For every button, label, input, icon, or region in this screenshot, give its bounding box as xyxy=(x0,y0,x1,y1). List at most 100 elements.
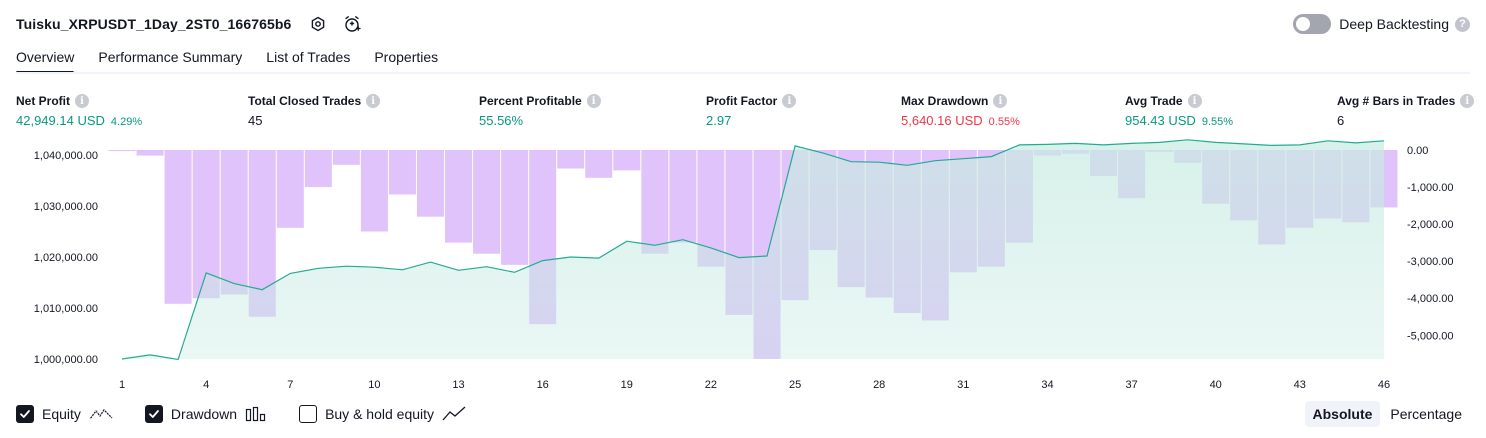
settings-icon[interactable] xyxy=(307,13,329,35)
info-icon[interactable]: i xyxy=(75,94,89,108)
x-axis-tick-label: 34 xyxy=(1041,379,1053,391)
info-icon[interactable]: i xyxy=(586,94,601,108)
left-axis-tick-label: 1,020,000.00 xyxy=(34,252,98,264)
right-axis-tick-label: -1,000.00 xyxy=(1407,182,1453,194)
info-icon[interactable]: i xyxy=(993,94,1008,108)
equity-line-icon xyxy=(89,409,113,420)
tab-list-of-trades[interactable]: List of Trades xyxy=(266,44,350,74)
x-axis-tick-label: 7 xyxy=(287,379,293,391)
strategy-title: Tuisku_XRPUSDT_1Day_2ST0_166765b6 xyxy=(16,16,292,32)
metric-value: 55.56% xyxy=(479,113,524,128)
tabs-divider xyxy=(16,72,1470,74)
percentage-button[interactable]: Percentage xyxy=(1382,401,1470,427)
tab-properties[interactable]: Properties xyxy=(374,44,438,74)
equity-checkbox[interactable] xyxy=(16,405,34,423)
drawdown-bar xyxy=(641,150,669,254)
legend-label: Equity xyxy=(42,406,81,422)
left-axis-tick-label: 1,000,000.00 xyxy=(34,354,98,366)
legend-equity[interactable]: Equity xyxy=(16,405,113,423)
x-axis-tick-label: 16 xyxy=(537,379,549,391)
metric-label: Percent Profitable xyxy=(479,94,582,108)
right-axis-tick-label: -5,000.00 xyxy=(1407,330,1453,342)
drawdown-bar xyxy=(360,150,388,232)
bar-chart-icon xyxy=(245,406,266,422)
info-icon[interactable]: i xyxy=(1187,94,1202,108)
absolute-button[interactable]: Absolute xyxy=(1304,401,1381,427)
info-icon[interactable]: i xyxy=(1460,94,1475,108)
drawdown-bar xyxy=(304,150,332,188)
metric-label: Total Closed Trades xyxy=(248,94,362,108)
metric-value: 2.97 xyxy=(706,113,732,128)
legend-label: Drawdown xyxy=(170,406,238,422)
legend-label: Buy & hold equity xyxy=(325,406,435,422)
chart-legend: Equity Drawdown Buy & hold equity xyxy=(16,404,498,424)
x-axis-tick-label: 37 xyxy=(1125,379,1137,391)
left-axis-tick-label: 1,010,000.00 xyxy=(34,303,98,315)
info-icon[interactable]: i xyxy=(782,94,797,108)
trend-line-icon xyxy=(442,406,466,421)
x-axis-tick-label: 40 xyxy=(1210,379,1222,391)
drawdown-bar xyxy=(445,150,473,243)
drawdown-bar xyxy=(473,150,501,254)
deep-backtesting-toggle[interactable] xyxy=(1293,14,1332,34)
drawdown-bar xyxy=(669,150,697,243)
metric-percent-profitable: Percent Profitable i 55.56% xyxy=(479,93,601,128)
drawdown-bar xyxy=(388,150,416,195)
x-axis-tick-label: 25 xyxy=(789,379,801,391)
alarm-clock-add-icon[interactable] xyxy=(341,13,363,35)
strategy-header: Tuisku_XRPUSDT_1Day_2ST0_166765b6 xyxy=(16,12,363,36)
metric-label: Profit Factor xyxy=(706,94,778,108)
metric-label: Avg # Bars in Trades xyxy=(1337,94,1456,108)
drawdown-bar xyxy=(164,150,192,304)
drawdown-bar xyxy=(613,150,641,171)
deep-backtesting-control: Deep Backtesting ? xyxy=(1293,13,1470,35)
toggle-knob xyxy=(1296,17,1311,31)
metric-value: 5,640.16 USD xyxy=(901,113,983,128)
metric-label: Avg Trade xyxy=(1125,94,1183,108)
metric-percent: 0.55% xyxy=(988,116,1020,128)
deep-backtesting-label: Deep Backtesting xyxy=(1339,16,1449,32)
metric-value: 42,949.14 USD xyxy=(16,113,105,128)
right-axis-tick-label: -3,000.00 xyxy=(1407,256,1453,268)
metric-avg-bars-in-trades: Avg # Bars in Trades i 6 xyxy=(1337,93,1475,128)
tab-overview[interactable]: Overview xyxy=(16,44,75,74)
tab-performance-summary[interactable]: Performance Summary xyxy=(98,44,242,74)
drawdown-bar xyxy=(276,150,304,228)
legend-buy-hold-equity[interactable]: Buy & hold equity xyxy=(299,405,466,423)
metric-label: Max Drawdown xyxy=(901,94,989,108)
metric-value: 45 xyxy=(248,113,263,128)
x-axis-tick-label: 46 xyxy=(1378,379,1390,391)
drawdown-bar xyxy=(332,150,360,165)
metric-profit-factor: Profit Factor i 2.97 xyxy=(706,93,797,128)
x-axis-tick-label: 19 xyxy=(621,379,633,391)
info-icon[interactable]: i xyxy=(366,94,381,108)
metric-label: Net Profit xyxy=(16,94,70,108)
drawdown-bar xyxy=(501,150,529,265)
metric-avg-trade: Avg Trade i 954.43 USD 9.55% xyxy=(1125,93,1233,128)
drawdown-bar xyxy=(136,150,164,156)
buy-hold-checkbox[interactable] xyxy=(299,405,318,423)
x-axis-tick-label: 1 xyxy=(119,379,125,391)
metric-total-closed-trades: Total Closed Trades i 45 xyxy=(248,93,381,128)
left-axis-tick-label: 1,040,000.00 xyxy=(34,150,98,162)
x-axis: 1 4 7 10 13 16 19 22 25 28 31 34 37 40 43 46 xyxy=(119,379,1390,391)
right-y-axis: 0.00 -1,000.00 -2,000.00 -3,000.00 -4,000.00… xyxy=(1407,145,1453,342)
legend-drawdown[interactable]: Drawdown xyxy=(144,405,267,423)
right-axis-tick-label: -2,000.00 xyxy=(1407,219,1453,231)
drawdown-bar xyxy=(557,150,585,169)
left-axis-tick-label: 1,030,000.00 xyxy=(34,201,98,213)
drawdown-bar xyxy=(416,150,445,217)
equity-drawdown-chart[interactable]: 1,000,000.00 1,010,000.00 1,020,000.00 1,03… xyxy=(0,138,1486,400)
x-axis-tick-label: 13 xyxy=(452,379,464,391)
metric-percent: 9.55% xyxy=(1201,116,1234,128)
x-axis-tick-label: 22 xyxy=(705,379,717,391)
report-tabs: Overview Performance Summary List of Tra… xyxy=(16,44,462,74)
drawdown-checkbox[interactable] xyxy=(144,405,163,423)
metric-max-drawdown: Max Drawdown i 5,640.16 USD 0.55% xyxy=(901,93,1020,128)
right-axis-tick-label: -4,000.00 xyxy=(1407,293,1453,305)
x-axis-tick-label: 43 xyxy=(1294,379,1306,391)
value-mode-toggle: Absolute Percentage xyxy=(1303,401,1471,427)
drawdown-bar xyxy=(585,150,613,178)
left-y-axis: 1,000,000.00 1,010,000.00 1,020,000.00 1,03… xyxy=(34,150,98,366)
help-icon[interactable]: ? xyxy=(1455,16,1470,32)
